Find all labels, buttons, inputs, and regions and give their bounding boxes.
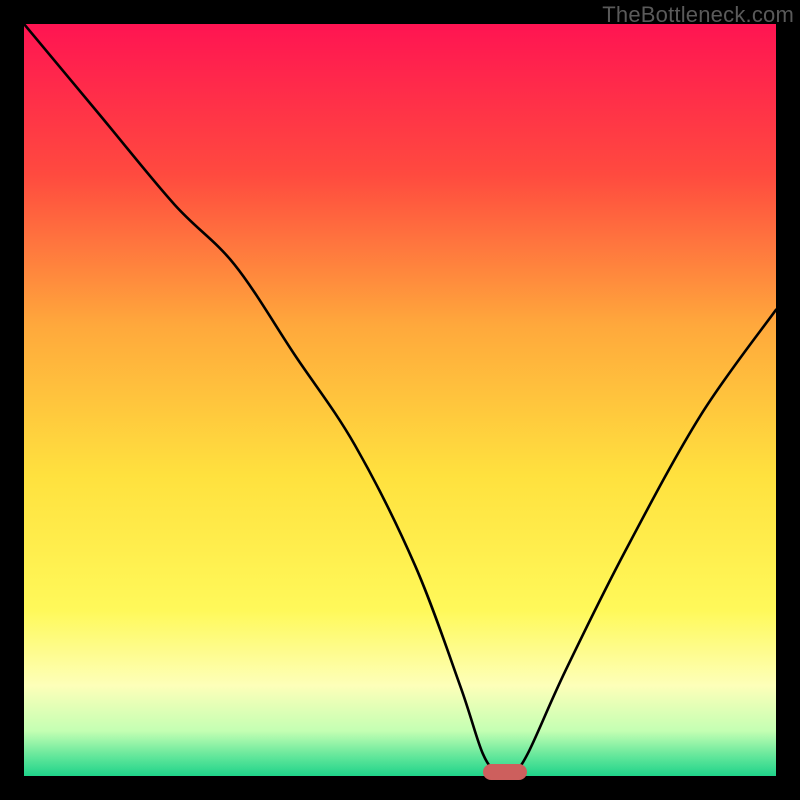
watermark-label: TheBottleneck.com (602, 2, 794, 28)
plot-area (24, 24, 776, 776)
chart-frame: TheBottleneck.com (0, 0, 800, 800)
bottleneck-curve (24, 24, 776, 776)
optimal-point-marker (483, 764, 527, 780)
